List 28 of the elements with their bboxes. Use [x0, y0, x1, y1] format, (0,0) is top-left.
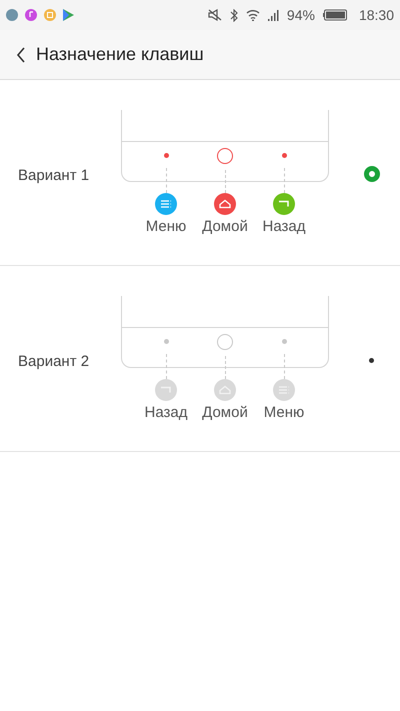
radio-button[interactable] — [369, 358, 374, 363]
option-label: Вариант 1 — [18, 167, 90, 184]
screen-title: Назначение клавиш — [36, 43, 204, 66]
battery-icon — [322, 9, 347, 21]
back-key-icon — [155, 379, 177, 401]
key-label: Назад — [144, 403, 188, 423]
key-label: Домой — [202, 217, 248, 237]
clock: 18:30 — [358, 6, 394, 24]
app-icon — [44, 9, 56, 21]
music-icon — [25, 9, 37, 21]
key-label: Назад — [262, 217, 306, 237]
back-icon[interactable] — [16, 46, 26, 62]
battery-percentage: 94% — [286, 6, 315, 24]
key-label: Домой — [202, 403, 248, 423]
signal-icon — [268, 9, 279, 21]
home-button-marker — [217, 148, 233, 164]
wifi-icon — [246, 9, 260, 21]
key-label: Меню — [264, 403, 304, 423]
home-key-icon — [214, 379, 236, 401]
option-label: Вариант 2 — [18, 353, 90, 370]
play-store-icon — [63, 9, 74, 21]
mute-icon — [208, 9, 222, 21]
menu-key-icon — [273, 379, 295, 401]
gallery-icon — [6, 9, 18, 21]
key-label: Меню — [146, 217, 186, 237]
bluetooth-icon — [230, 8, 238, 22]
home-button-marker — [217, 334, 233, 350]
radio-button[interactable] — [364, 166, 380, 182]
